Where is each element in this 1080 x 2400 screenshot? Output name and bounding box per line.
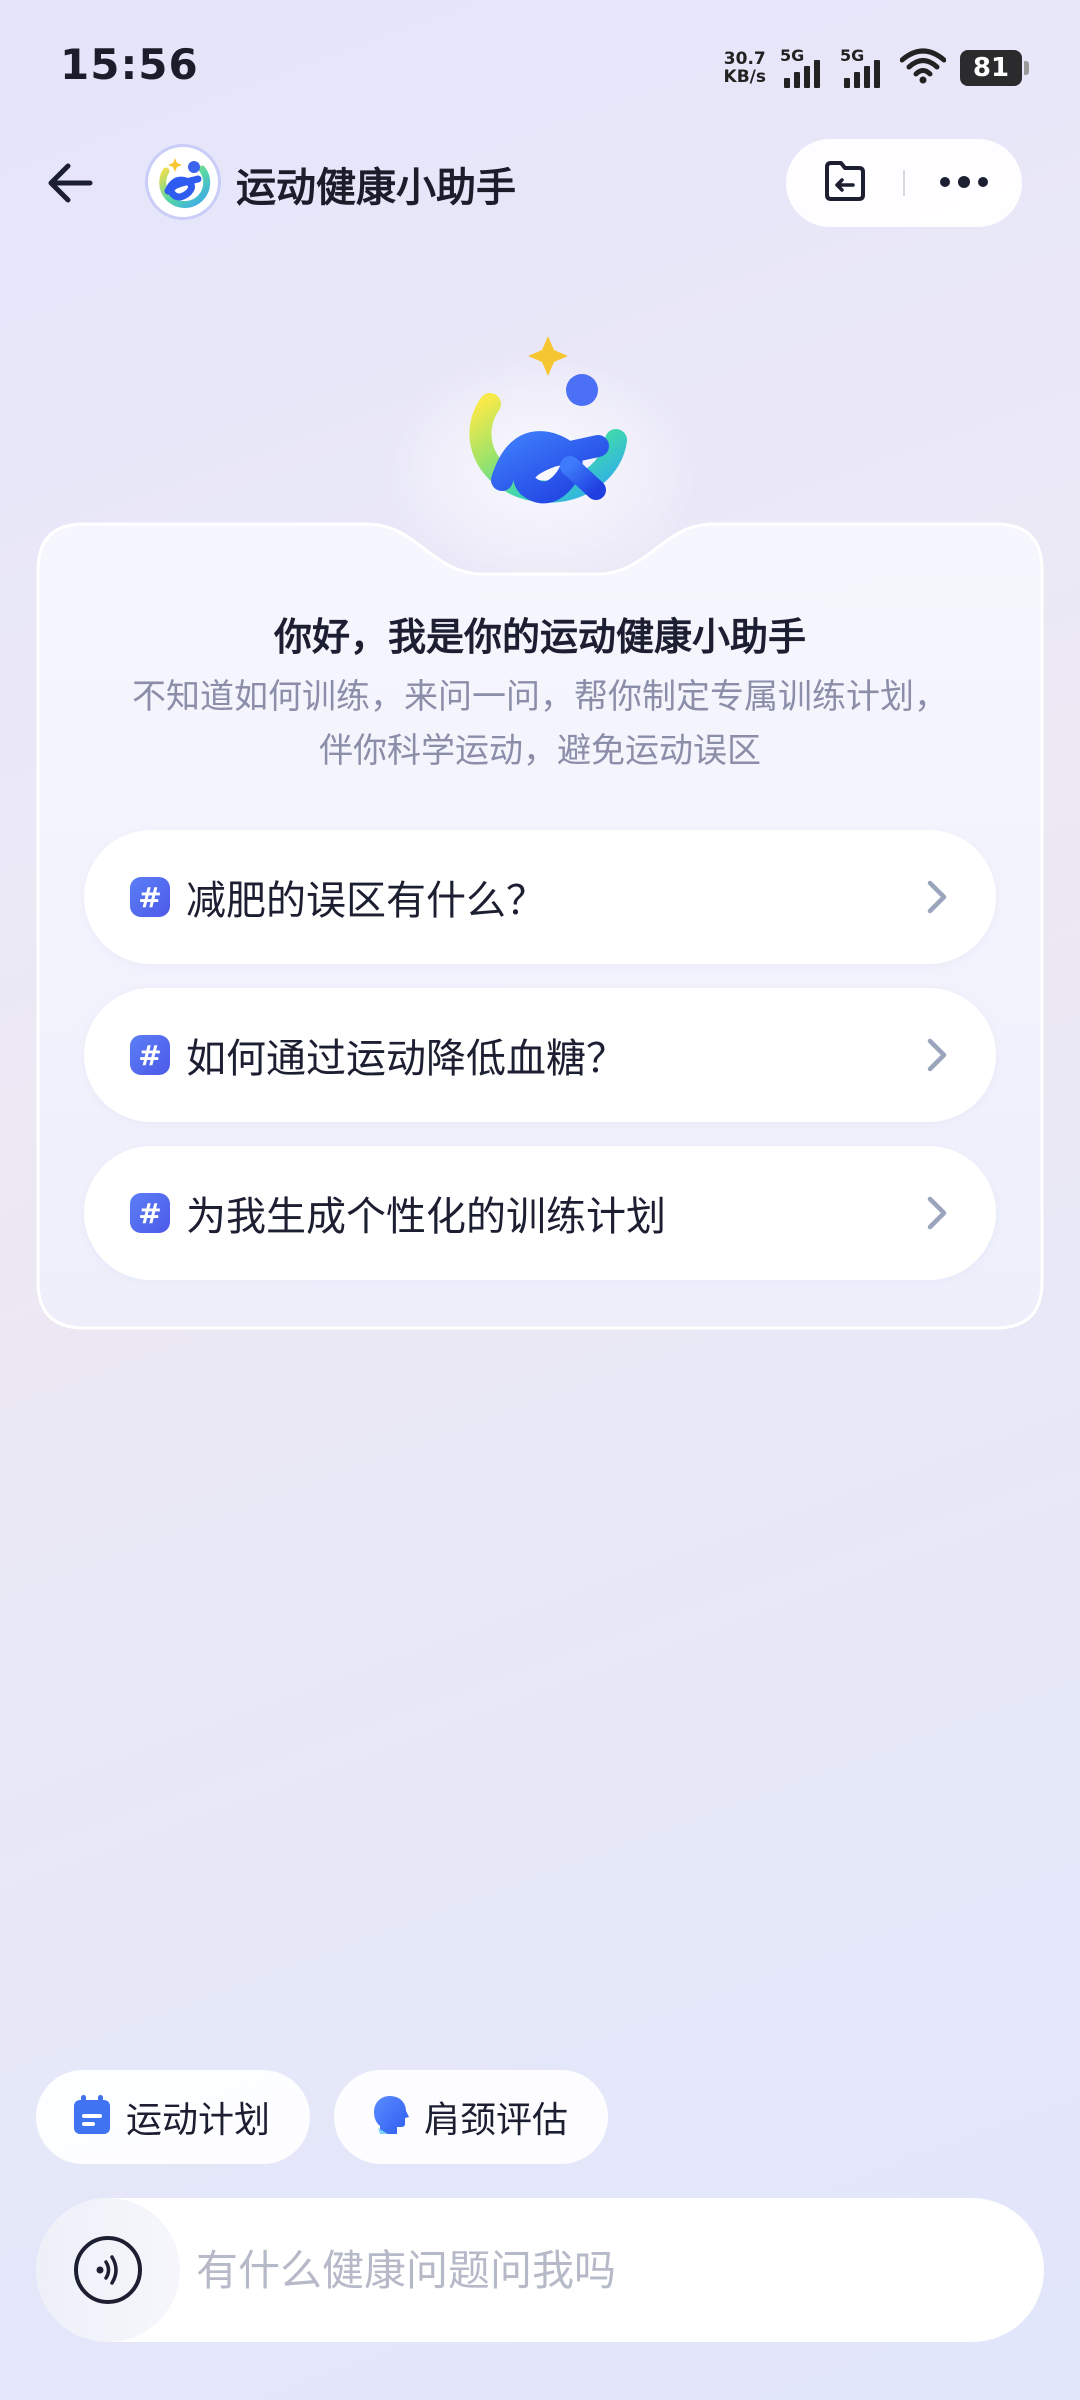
chevron-right-icon xyxy=(922,1193,952,1233)
app-header: 运动健康小助手 xyxy=(0,135,1080,235)
history-folder-icon xyxy=(821,159,869,207)
head-profile-icon xyxy=(370,2094,410,2140)
suggestion-item[interactable]: # 减肥的误区有什么？ xyxy=(84,830,996,964)
chevron-right-icon xyxy=(922,1035,952,1075)
history-button[interactable] xyxy=(786,139,903,227)
network-speed-unit: KB/s xyxy=(723,67,766,87)
welcome-card: 你好，我是你的运动健康小助手 不知道如何训练，来问一问，帮你制定专属训练计划，伴… xyxy=(36,522,1044,1330)
hashtag-icon: # xyxy=(130,877,170,917)
more-dots-icon xyxy=(938,174,990,193)
status-time: 15:56 xyxy=(60,40,199,89)
hashtag-icon: # xyxy=(130,1193,170,1233)
battery-icon: 81 xyxy=(960,50,1029,86)
status-bar: 15:56 30.7 KB/s 5G 5G 81 xyxy=(0,0,1080,135)
chip-label: 运动计划 xyxy=(126,2100,271,2141)
wifi-icon xyxy=(899,48,947,88)
back-button[interactable] xyxy=(38,153,102,217)
network-speed: 30.7 KB/s xyxy=(724,50,766,86)
app-logo xyxy=(148,147,218,217)
suggestion-text: 减肥的误区有什么？ xyxy=(186,878,546,924)
suggestion-item[interactable]: # 为我生成个性化的训练计划 xyxy=(84,1146,996,1280)
chat-input-bar xyxy=(36,2198,1044,2342)
welcome-title: 你好，我是你的运动健康小助手 xyxy=(273,615,806,659)
suggestion-list: # 减肥的误区有什么？ # 如何通过运动降低血糖？ # 为我生成个性化的训练计划 xyxy=(84,830,996,1304)
chip-neck-assessment[interactable]: 肩颈评估 xyxy=(334,2070,609,2164)
welcome-card-content: 你好，我是你的运动健康小助手 不知道如何训练，来问一问，帮你制定专属训练计划，伴… xyxy=(36,522,1044,1330)
voice-wave-icon xyxy=(74,2236,142,2304)
welcome-subtitle: 不知道如何训练，来问一问，帮你制定专属训练计划，伴你科学运动，避免运动误区 xyxy=(132,677,948,771)
quick-action-chips: 运动计划 肩颈评估 xyxy=(36,2070,609,2164)
chip-label: 肩颈评估 xyxy=(424,2100,569,2141)
back-arrow-icon xyxy=(44,157,96,213)
calendar-icon xyxy=(72,2094,112,2140)
more-button[interactable] xyxy=(905,139,1022,227)
signal-sim2-icon: 5G xyxy=(840,48,886,88)
chip-exercise-plan[interactable]: 运动计划 xyxy=(36,2070,311,2164)
signal-sim1-icon: 5G xyxy=(780,48,826,88)
battery-level: 81 xyxy=(972,53,1010,83)
suggestion-text: 如何通过运动降低血糖？ xyxy=(186,1036,626,1082)
hashtag-icon: # xyxy=(130,1035,170,1075)
chat-input[interactable] xyxy=(180,2198,1044,2342)
voice-input-button[interactable] xyxy=(36,2198,180,2342)
network-speed-value: 30.7 xyxy=(723,49,766,69)
status-icons: 30.7 KB/s 5G 5G 81 xyxy=(724,44,1029,92)
header-actions xyxy=(786,139,1022,227)
chevron-right-icon xyxy=(922,877,952,917)
suggestion-text: 为我生成个性化的训练计划 xyxy=(186,1194,666,1240)
suggestion-item[interactable]: # 如何通过运动降低血糖？ xyxy=(84,988,996,1122)
page-title: 运动健康小助手 xyxy=(236,165,516,211)
